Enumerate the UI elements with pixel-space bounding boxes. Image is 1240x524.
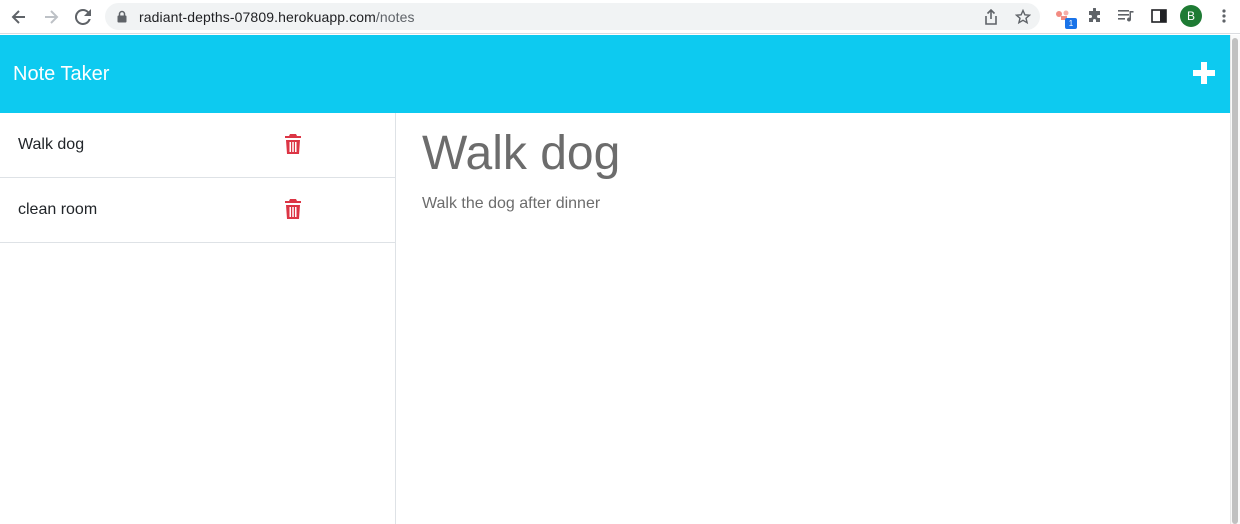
- forward-arrow-icon[interactable]: [40, 6, 62, 28]
- list-item[interactable]: clean room: [0, 178, 395, 243]
- brand-title[interactable]: Note Taker: [13, 63, 109, 86]
- address-url[interactable]: radiant-depths-07809.herokuapp.com/notes: [139, 9, 415, 25]
- browser-toolbar: radiant-depths-07809.herokuapp.com/notes…: [0, 0, 1240, 34]
- address-bar[interactable]: radiant-depths-07809.herokuapp.com/notes: [105, 3, 1040, 30]
- notes-list: Walk dog clean room: [0, 113, 396, 524]
- puzzle-extensions-icon[interactable]: [1085, 6, 1105, 26]
- trash-icon: [285, 199, 301, 219]
- note-text[interactable]: Walk the dog after dinner: [422, 195, 600, 213]
- note-item-title: Walk dog: [18, 136, 85, 153]
- back-arrow-icon[interactable]: [8, 6, 30, 28]
- bookmark-star-icon[interactable]: [1014, 8, 1032, 26]
- trash-icon: [285, 134, 301, 154]
- reload-icon[interactable]: [72, 6, 94, 28]
- more-menu-icon[interactable]: [1214, 6, 1234, 26]
- plus-icon: [1193, 62, 1215, 84]
- note-title[interactable]: Walk dog: [422, 126, 620, 181]
- share-icon[interactable]: [982, 8, 1000, 26]
- page-scrollbar-thumb[interactable]: [1232, 38, 1238, 524]
- url-path: /notes: [375, 9, 415, 25]
- app-navbar: Note Taker: [0, 35, 1230, 113]
- note-view: Walk dog Walk the dog after dinner: [396, 113, 1230, 524]
- url-host: radiant-depths-07809.herokuapp.com: [139, 9, 376, 25]
- list-item[interactable]: Walk dog: [0, 113, 395, 178]
- lock-icon: [117, 10, 127, 28]
- delete-note-button[interactable]: [285, 199, 301, 219]
- media-queue-icon[interactable]: [1117, 6, 1137, 26]
- delete-note-button[interactable]: [285, 134, 301, 154]
- profile-avatar[interactable]: B: [1180, 5, 1202, 27]
- new-note-button[interactable]: [1192, 61, 1216, 85]
- note-item-title: clean room: [18, 201, 98, 218]
- side-panel-icon[interactable]: [1149, 6, 1169, 26]
- extension-badge: 1: [1065, 18, 1077, 29]
